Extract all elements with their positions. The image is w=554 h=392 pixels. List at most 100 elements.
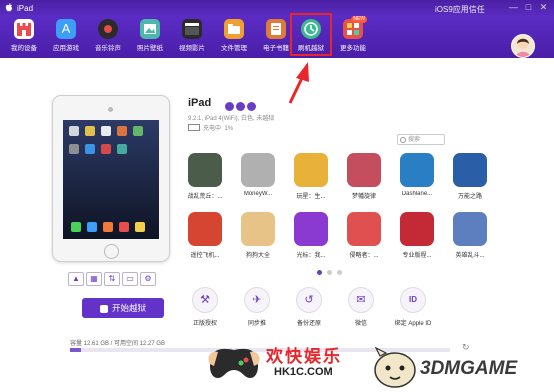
feature-tongbutui[interactable]: ✈ 同步推 [232, 287, 282, 327]
charge-status: 充电中 1% [203, 126, 234, 132]
tab-label: 照片壁纸 [137, 45, 163, 52]
realtime-screen-icon[interactable]: ▭ [122, 272, 138, 286]
photo-icon [140, 19, 160, 39]
settings-icon[interactable]: ⚙ [140, 272, 156, 286]
app-item[interactable]: 梦幡旋律 [344, 153, 384, 200]
app-item[interactable]: MoneyW... [238, 153, 278, 197]
folder-icon [224, 19, 244, 39]
page-dot[interactable] [337, 270, 342, 275]
app-item[interactable]: 专业版程... [397, 212, 437, 259]
tab-label: 更多功能 [340, 45, 366, 52]
apple-icon [5, 3, 13, 12]
feature-wechat[interactable]: ✉ 微信 [336, 287, 386, 327]
wrench-icon: ⚒ [192, 287, 218, 313]
tab-apps-games[interactable]: A 应用游戏 [46, 19, 86, 52]
app-icon [188, 153, 222, 187]
ipad-device-image [52, 95, 170, 262]
user-profile[interactable]: 金仔小月 [498, 34, 548, 71]
app-icon [294, 153, 328, 187]
app-icon [188, 212, 222, 246]
watermark-right-text: 3DMGAME [420, 358, 518, 379]
backup-icon: ↺ [296, 287, 322, 313]
app-item[interactable]: 侵略者：... [344, 212, 384, 259]
app-icon [453, 212, 487, 246]
tab-label: 应用游戏 [53, 45, 79, 52]
book-icon [266, 19, 286, 39]
music-icon [98, 19, 118, 39]
search-placeholder: 搜索 [408, 137, 421, 143]
app-icon [453, 153, 487, 187]
app-item[interactable]: 万能之路 [450, 153, 490, 200]
close-button[interactable]: ✕ [538, 2, 549, 13]
tab-videos[interactable]: 视频影片 [172, 19, 212, 52]
apple-id-icon: ID [400, 287, 426, 313]
window-title: iPad [17, 4, 34, 13]
app-icon [294, 212, 328, 246]
tab-label: 视频影片 [179, 45, 205, 52]
tab-my-device[interactable]: 我的设备 [4, 19, 44, 52]
gamepad-watermark-icon [208, 348, 260, 378]
more-icon: NEW [343, 16, 367, 39]
battery-icon [188, 124, 200, 131]
device-name: iPad [188, 97, 212, 109]
app-icon [400, 153, 434, 187]
jailbreak-button-icon [99, 304, 108, 313]
avatar [511, 34, 535, 58]
storage-info: 容量 12.61 GB / 可用空间 12.27 GB [70, 341, 166, 347]
app-item[interactable]: 玩星：生... [291, 153, 331, 200]
appstore-icon: A [56, 19, 76, 39]
video-icon [182, 19, 202, 39]
app-icon [347, 212, 381, 246]
tab-music-ringtones[interactable]: 音乐铃声 [88, 19, 128, 52]
start-jailbreak-label: 开始越狱 [111, 303, 146, 313]
watermark-left-domain: HK1C.COM [274, 366, 333, 378]
tab-file-manager[interactable]: 文件管理 [214, 19, 254, 52]
ios9-trust-link[interactable]: iOS9应用信任 [435, 4, 485, 15]
maximize-button[interactable]: □ [523, 2, 534, 13]
app-item[interactable]: 战乱荒丘：... [185, 153, 225, 200]
info-icon[interactable] [236, 102, 245, 111]
link-icon[interactable] [247, 102, 256, 111]
device-icon [14, 19, 34, 39]
tab-label: 我的设备 [11, 45, 37, 52]
app-item[interactable]: Dashlane... [397, 153, 437, 197]
page-dot[interactable] [327, 270, 332, 275]
highlight-annotation-box [290, 13, 332, 56]
device-info: 9.2.1, iPad 4(WiFi), 白色, 未越狱 [188, 116, 275, 122]
desktop-icon[interactable]: ▦ [86, 272, 102, 286]
title-bar: iPad iOS9应用信任 — □ ✕ [0, 0, 554, 16]
tab-more-features[interactable]: NEW 更多功能 [333, 16, 373, 52]
tab-label: 文件管理 [221, 45, 247, 52]
tongbutui-icon: ✈ [244, 287, 270, 313]
screenshot-icon[interactable]: ▲ [68, 272, 84, 286]
app-icon [241, 153, 275, 187]
app-icon [241, 212, 275, 246]
app-icon [400, 212, 434, 246]
wechat-icon: ✉ [348, 287, 374, 313]
storage-bar-fill [70, 348, 82, 352]
start-jailbreak-button[interactable]: 开始越狱 [82, 298, 164, 318]
feature-backup-restore[interactable]: ↺ 备份还原 [284, 287, 334, 327]
feature-bind-apple-id[interactable]: ID 绑定 Apple ID [388, 287, 438, 327]
home-button [104, 244, 119, 259]
refresh-icon[interactable]: ↻ [462, 342, 470, 353]
feature-genuine-auth[interactable]: ⚒ 正版授权 [180, 287, 230, 327]
app-item[interactable]: 光标：我... [291, 212, 331, 259]
minimize-button[interactable]: — [508, 2, 519, 13]
page-dot-active[interactable] [317, 270, 322, 275]
tab-label: 音乐铃声 [95, 45, 121, 52]
app-item[interactable]: 遥控飞机... [185, 212, 225, 259]
battery-percent: 1% [224, 126, 234, 132]
new-badge: NEW [351, 16, 367, 23]
watermark-left-text: 欢快娱乐 [266, 347, 342, 366]
search-icon [400, 137, 406, 143]
user-name: 金仔小月 [510, 64, 536, 71]
search-input[interactable]: 搜索 [397, 134, 445, 145]
app-icon [347, 153, 381, 187]
tab-photos-wallpapers[interactable]: 照片壁纸 [130, 19, 170, 52]
main-toolbar: 我的设备 A 应用游戏 音乐铃声 照片壁纸 视频影片 文件管理 电子书籍 刷机越… [0, 16, 554, 71]
app-item[interactable]: 狗狗大全 [238, 212, 278, 259]
edit-icon[interactable] [225, 102, 234, 111]
share-icon[interactable]: ⇅ [104, 272, 120, 286]
app-item[interactable]: 英雄乱斗... [450, 212, 490, 259]
